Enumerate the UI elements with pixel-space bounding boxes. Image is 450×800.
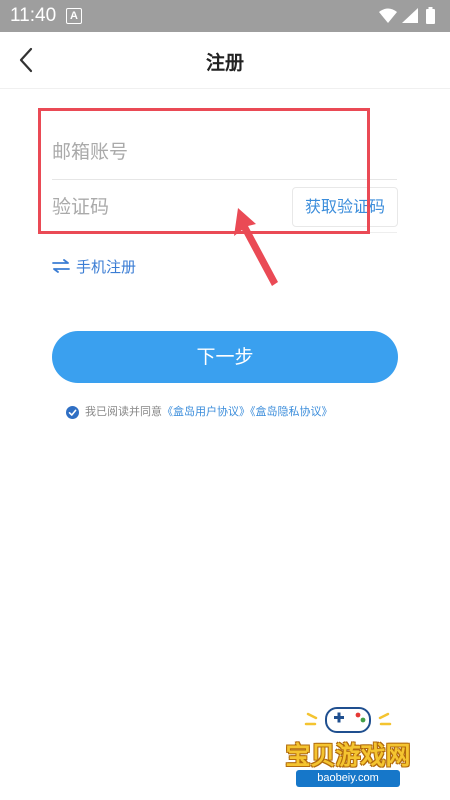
user-agreement-link[interactable]: 《盒岛用户协议》	[162, 405, 250, 418]
next-step-button[interactable]: 下一步	[52, 331, 398, 383]
arrow-annotation-icon	[234, 208, 278, 286]
highlight-annotation-box	[38, 108, 370, 234]
status-icons	[378, 7, 442, 29]
agreement-checkbox-icon[interactable]	[66, 405, 79, 419]
status-time: 11:40	[10, 5, 57, 26]
phone-register-link[interactable]: 手机注册	[52, 256, 136, 278]
watermark-title: 宝贝游戏网	[285, 741, 411, 770]
swap-arrows-icon	[52, 257, 70, 279]
agreement-text: 我已阅读并同意	[85, 405, 162, 418]
phone-register-label: 手机注册	[76, 258, 137, 276]
notification-icon: A	[66, 8, 82, 24]
header-bar: 注册	[0, 32, 450, 89]
agreement-row: 我已阅读并同意《盒岛用户协议》《盒岛隐私协议》	[66, 403, 333, 421]
battery-icon	[426, 9, 435, 24]
watermark-url: baobeiy.com	[296, 770, 400, 787]
status-bar: 11:40 A	[0, 0, 450, 32]
page-title: 注册	[205, 52, 244, 74]
privacy-agreement-link[interactable]: 《盒岛隐私协议》	[250, 405, 333, 418]
gamepad-icon	[304, 707, 392, 733]
wifi-icon	[379, 8, 397, 23]
signal-icon	[402, 8, 418, 23]
watermark-logo: 宝贝游戏网 baobeiy.com	[278, 700, 418, 795]
